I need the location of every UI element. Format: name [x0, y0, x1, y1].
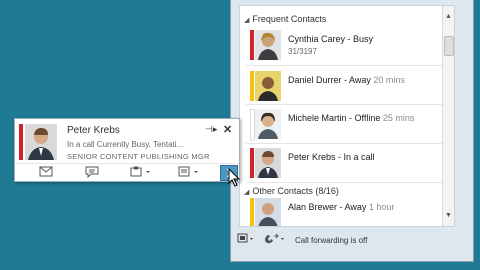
- presence-bar: [250, 30, 254, 60]
- scrollbar[interactable]: ▲ ▼: [442, 6, 454, 226]
- contact-list: ◢ Frequent Contacts Cynthia Carey - Busy …: [239, 5, 455, 227]
- away-time: 25 mins: [380, 113, 415, 123]
- status-footer: Call forwarding is off: [235, 231, 465, 251]
- group-label: Other Contacts (8/16): [252, 186, 339, 196]
- call-icon[interactable]: [129, 166, 153, 180]
- pin-icon[interactable]: ⊣▸: [205, 124, 217, 135]
- presence-bar: [250, 71, 254, 101]
- contact-item-cynthia-carey[interactable]: Cynthia Carey - Busy 31/3197: [250, 28, 440, 64]
- contact-item-michele-martin[interactable]: Michele Martin - Offline 25 mins: [250, 107, 440, 143]
- call-forwarding-icon[interactable]: [263, 233, 287, 247]
- avatar: [255, 71, 281, 101]
- divider: [246, 65, 442, 66]
- collapse-triangle-icon[interactable]: ◢: [244, 17, 249, 24]
- contact-name: Cynthia Carey - Busy: [288, 34, 374, 44]
- away-time: 1 hour: [366, 202, 395, 212]
- avatar: [255, 109, 281, 139]
- avatar: [25, 124, 57, 160]
- contact-name-text: Daniel Durrer - Away: [288, 75, 371, 85]
- contact-name: Michele Martin - Offline 25 mins: [288, 113, 414, 123]
- contact-list-window: ◢ Frequent Contacts Cynthia Carey - Busy …: [230, 0, 474, 262]
- scroll-thumb[interactable]: [444, 36, 454, 56]
- contact-item-alan-brewer[interactable]: Alan Brewer - Away 1 hour: [250, 196, 440, 226]
- divider: [246, 182, 442, 183]
- email-icon[interactable]: [39, 166, 53, 179]
- contact-name-text: Michele Martin - Offline: [288, 113, 381, 123]
- scroll-up-icon[interactable]: ▲: [444, 12, 453, 21]
- group-other-contacts[interactable]: ◢ Other Contacts (8/16): [244, 186, 339, 196]
- card-actions: [15, 163, 239, 181]
- contact-item-daniel-durrer[interactable]: Daniel Durrer - Away 20 mins: [250, 69, 440, 105]
- contact-item-peter-krebs[interactable]: Peter Krebs - In a call: [250, 146, 440, 182]
- group-frequent-contacts[interactable]: ◢ Frequent Contacts: [244, 14, 326, 24]
- contact-sub: 31/3197: [288, 47, 317, 56]
- presence-bar: [250, 198, 254, 226]
- divider: [246, 143, 442, 144]
- mouse-pointer-icon: [228, 167, 242, 193]
- contact-card-popup: Peter Krebs In a call Currently Busy. Te…: [14, 118, 240, 182]
- card-job-title: SENIOR CONTENT PUBLISHING MGR: [67, 152, 210, 161]
- contact-name: Daniel Durrer - Away 20 mins: [288, 75, 405, 85]
- call-forwarding-status[interactable]: Call forwarding is off: [295, 236, 367, 245]
- collapse-triangle-icon[interactable]: ◢: [244, 189, 249, 196]
- presence-bar: [19, 124, 23, 160]
- divider: [246, 104, 442, 105]
- instant-message-icon[interactable]: [85, 166, 99, 180]
- contact-name: Alan Brewer - Away 1 hour: [288, 202, 394, 212]
- avatar: [255, 30, 281, 60]
- avatar: [255, 148, 281, 178]
- calendar-menu-icon[interactable]: [237, 233, 255, 247]
- meeting-icon[interactable]: [177, 166, 201, 180]
- contact-name-text: Alan Brewer - Away: [288, 202, 367, 212]
- card-name: Peter Krebs: [67, 125, 120, 136]
- avatar: [255, 198, 281, 226]
- group-label: Frequent Contacts: [252, 14, 327, 24]
- scroll-down-icon[interactable]: ▼: [444, 211, 453, 220]
- close-icon[interactable]: ✕: [223, 123, 232, 136]
- contact-name: Peter Krebs - In a call: [288, 152, 375, 162]
- card-status: In a call Currently Busy. Tentati...: [67, 140, 184, 149]
- away-time: 20 mins: [370, 75, 405, 85]
- presence-bar: [250, 148, 254, 178]
